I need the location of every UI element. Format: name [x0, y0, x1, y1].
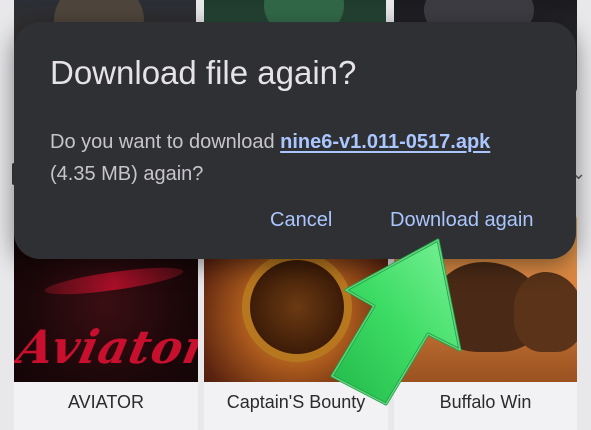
dialog-title: Download file again?: [50, 54, 357, 91]
download-again-dialog: Download file again? Do you want to down…: [14, 22, 576, 259]
aviator-logo-text: Aviator: [14, 320, 198, 374]
game-title: AVIATOR: [67, 392, 145, 412]
file-name-link[interactable]: nine6-v1.011-0517.apk: [280, 131, 490, 153]
game-title: Captain'S Bounty: [226, 392, 366, 412]
cancel-button[interactable]: Cancel: [264, 205, 338, 236]
dialog-message-suffix: (4.35 MB) again?: [50, 163, 204, 185]
dialog-message: Do you want to download nine6-v1.011-051…: [50, 126, 550, 190]
game-title: Buffalo Win: [439, 392, 532, 412]
ship-wheel-graphic: [242, 252, 352, 362]
download-again-button[interactable]: Download again: [384, 205, 539, 236]
dialog-message-prefix: Do you want to download: [50, 131, 281, 153]
buffalo-graphic: [514, 272, 577, 352]
plane-wing-graphic: [43, 262, 185, 300]
